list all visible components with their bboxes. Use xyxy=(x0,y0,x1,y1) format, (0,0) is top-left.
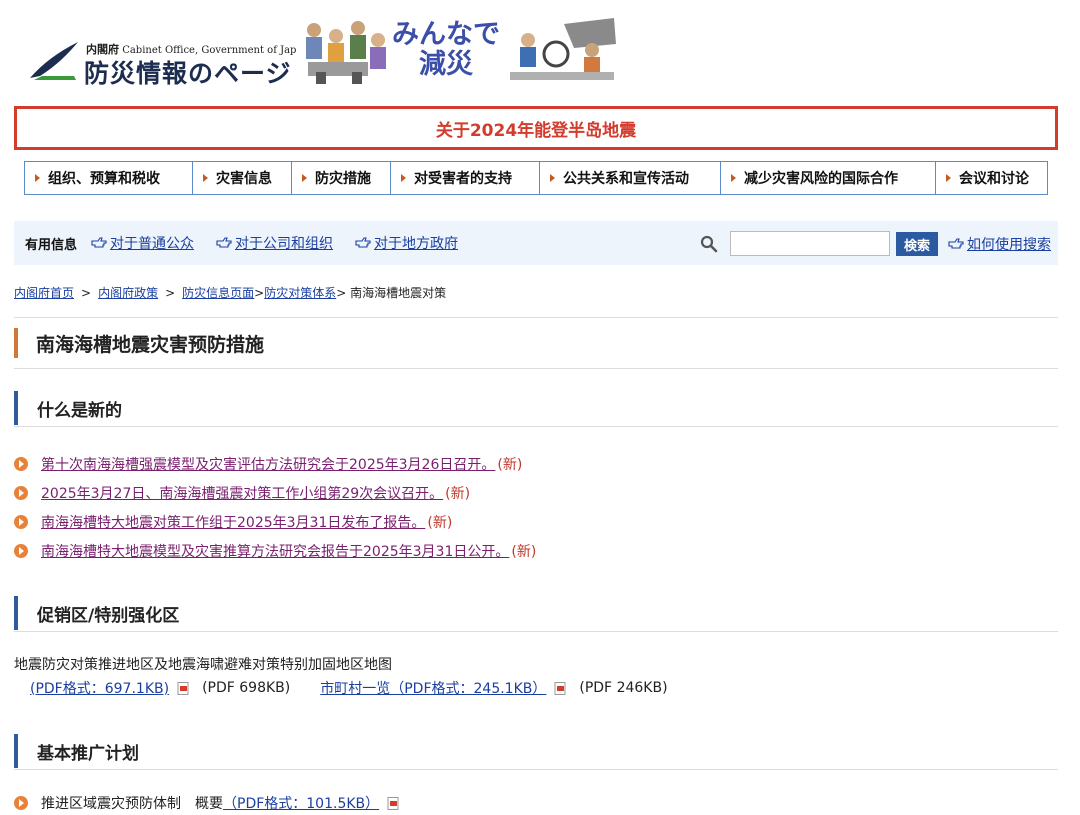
nav-item-international[interactable]: 减少灾害风险的国际合作 xyxy=(721,162,936,194)
map-pdf-link[interactable]: (PDF格式：697.1KB) xyxy=(30,678,169,698)
breadcrumb-home[interactable]: 内阁府首页 xyxy=(14,286,74,300)
nav-item-meetings[interactable]: 会议和讨论 xyxy=(936,162,1047,194)
arrow-bullet-icon xyxy=(14,514,28,529)
global-nav: 组织、预算和税收 灾害信息 防灾措施 对受害者的支持 公共关系和宣传活动 减少灾… xyxy=(24,161,1048,195)
divider xyxy=(14,426,1058,427)
arrow-bullet-icon xyxy=(14,485,28,500)
pointing-hand-icon xyxy=(91,237,107,248)
pdf-icon xyxy=(177,681,189,695)
new-badge: (新) xyxy=(511,543,537,560)
divider xyxy=(14,317,1058,318)
pointing-hand-icon xyxy=(355,237,371,248)
search-help-link[interactable]: 如何使用搜索 xyxy=(948,234,1051,254)
page-title: 南海海槽地震灾害预防措施 xyxy=(14,328,264,358)
news-link[interactable]: 第十次南海海槽强震模型及灾害评估方法研究会于2025年3月26日召开。 xyxy=(41,454,495,474)
file-size: (PDF 698KB) xyxy=(202,680,291,696)
promotion-links: (PDF格式：697.1KB) (PDF 698KB) 市町村一览（PDF格式：… xyxy=(30,678,698,698)
arrow-bullet-icon xyxy=(14,796,28,810)
file-size: (PDF 246KB) xyxy=(579,680,668,696)
nav-item-disaster-info[interactable]: 灾害信息 xyxy=(193,162,292,194)
utility-bar: 有用信息 对于普通公众 对于公司和组织 对于地方政府 検索 如何使用搜索 xyxy=(14,221,1058,265)
news-list: 第十次南海海槽强震模型及灾害评估方法研究会于2025年3月26日召开。 (新) … xyxy=(14,449,536,565)
breadcrumb-system[interactable]: 防灾对策体系 xyxy=(264,286,336,300)
nav-item-organization[interactable]: 组织、预算和税收 xyxy=(25,162,193,194)
new-badge: (新) xyxy=(427,514,453,531)
nav-item-victim-support[interactable]: 对受害者的支持 xyxy=(391,162,540,194)
pdf-icon xyxy=(554,681,566,695)
new-badge: (新) xyxy=(497,456,523,473)
list-item: 2025年3月27日、南海海槽强震对策工作小组第29次会议召开。 (新) xyxy=(14,478,536,507)
list-item: 南海海槽特大地震对策工作组于2025年3月31日发布了报告。 (新) xyxy=(14,507,536,536)
link-general-public[interactable]: 对于普通公众 xyxy=(91,233,194,253)
nav-item-public-relations[interactable]: 公共关系和宣传活动 xyxy=(540,162,721,194)
municipality-list-pdf-link[interactable]: 市町村一览（PDF格式：245.1KB） xyxy=(320,678,546,698)
site-title[interactable]: 防災情報のページ xyxy=(84,54,292,90)
plan-text: 推进区域震灾预防体制 概要 xyxy=(41,796,223,812)
list-item: 南海海槽特大地震模型及灾害推算方法研究会报告于2025年3月31日公开。 (新) xyxy=(14,536,536,565)
earthquake-alert-banner: 关于2024年能登半岛地震 xyxy=(14,106,1058,150)
arrow-bullet-icon xyxy=(14,543,28,558)
plan-pdf-link[interactable]: （PDF格式：101.5KB） xyxy=(223,793,379,813)
news-link[interactable]: 2025年3月27日、南海海槽强震对策工作小组第29次会议召开。 xyxy=(41,483,443,503)
divider xyxy=(14,368,1058,369)
list-item: 推进区域震灾预防体制 概要 （PDF格式：101.5KB） xyxy=(14,793,412,813)
useful-info-label: 有用信息 xyxy=(25,237,78,253)
rescue-illustration-icon xyxy=(504,14,622,86)
slogan: みんなで 減災 xyxy=(392,19,500,80)
pdf-icon xyxy=(387,796,399,810)
arrow-right-icon xyxy=(946,174,951,182)
search-icon xyxy=(700,235,718,253)
link-local-government[interactable]: 对于地方政府 xyxy=(355,233,458,253)
search-input[interactable] xyxy=(730,231,890,256)
section-heading-promotion: 促销区/特别强化区 xyxy=(14,596,179,630)
arrow-right-icon xyxy=(401,174,406,182)
arrow-right-icon xyxy=(302,174,307,182)
search-button[interactable]: 検索 xyxy=(896,232,938,256)
noto-earthquake-link[interactable]: 关于2024年能登半岛地震 xyxy=(436,116,636,141)
divider xyxy=(14,631,1058,632)
divider xyxy=(14,769,1058,770)
pointing-hand-icon xyxy=(948,238,964,249)
arrow-right-icon xyxy=(731,174,736,182)
news-link[interactable]: 南海海槽特大地震模型及灾害推算方法研究会报告于2025年3月31日公开。 xyxy=(41,541,509,561)
link-companies[interactable]: 对于公司和组织 xyxy=(216,233,333,253)
breadcrumb-current: > 南海海槽地震对策 xyxy=(336,286,447,300)
section-heading-basic-plan: 基本推广计划 xyxy=(14,734,139,768)
people-illustration-icon xyxy=(296,14,392,86)
arrow-right-icon xyxy=(203,174,208,182)
arrow-right-icon xyxy=(550,174,555,182)
new-badge: (新) xyxy=(445,485,471,502)
site-header: 内閣府 Cabinet Office, Government of Japan … xyxy=(28,14,648,92)
nav-item-prevention[interactable]: 防灾措施 xyxy=(292,162,391,194)
arrow-bullet-icon xyxy=(14,456,28,471)
arrow-right-icon xyxy=(35,174,40,182)
list-item: 第十次南海海槽强震模型及灾害评估方法研究会于2025年3月26日召开。 (新) xyxy=(14,449,536,478)
breadcrumb: 内阁府首页 > 内阁府政策 > 防灾信息页面>防灾对策体系> 南海海槽地震对策 xyxy=(14,286,447,300)
section-heading-news: 什么是新的 xyxy=(14,391,122,425)
breadcrumb-disaster-page[interactable]: 防灾信息页面 xyxy=(182,286,254,300)
breadcrumb-policy[interactable]: 内阁府政策 xyxy=(98,286,158,300)
promotion-description: 地震防灾对策推进地区及地震海啸避难对策特别加固地区地图 xyxy=(14,657,392,673)
news-link[interactable]: 南海海槽特大地震对策工作组于2025年3月31日发布了报告。 xyxy=(41,512,425,532)
cabinet-office-logo-icon[interactable] xyxy=(28,40,80,82)
pointing-hand-icon xyxy=(216,237,232,248)
